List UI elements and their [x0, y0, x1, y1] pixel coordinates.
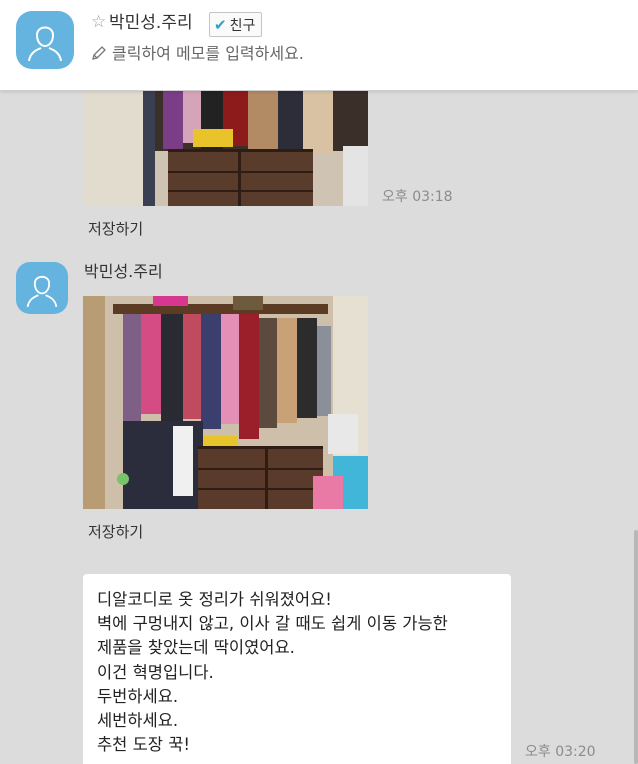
person-silhouette-icon: [28, 26, 62, 62]
person-silhouette-icon: [26, 275, 58, 307]
shared-photo-closet-1[interactable]: [83, 91, 368, 206]
closet-photo-image: [83, 296, 368, 509]
contact-name: 박민성.주리: [109, 13, 193, 33]
message-time: 오후 03:20: [525, 744, 596, 760]
message-line: 벽에 구멍내지 않고, 이사 갈 때도 쉽게 이동 가능한: [97, 614, 448, 634]
message-line: 두번하세요.: [97, 686, 179, 706]
profile-avatar[interactable]: [16, 11, 74, 69]
shared-photo-closet-2[interactable]: [83, 296, 368, 509]
message-line: 추천 도장 꾹!: [97, 735, 191, 755]
message-line: 이건 혁명입니다.: [97, 662, 214, 682]
message-line: 디알코디로 옷 정리가 쉬워졌어요!: [97, 590, 332, 609]
save-button[interactable]: 저장하기: [88, 522, 143, 542]
memo-input[interactable]: 클릭하여 메모를 입력하세요.: [112, 43, 304, 65]
friend-badge: ✔ 친구: [209, 12, 263, 37]
friend-badge-label: 친구: [229, 17, 256, 34]
sender-avatar[interactable]: [16, 262, 68, 314]
sender-name: 박민성.주리: [84, 262, 163, 281]
save-button[interactable]: 저장하기: [88, 219, 143, 239]
message-bubble: 디알코디로 옷 정리가 쉬워졌어요! 벽에 구멍내지 않고, 이사 갈 때도 쉽…: [83, 574, 511, 764]
closet-photo-image: [83, 91, 368, 206]
message-line: 세번하세요.: [97, 711, 179, 731]
scrollbar[interactable]: [634, 530, 638, 764]
star-icon[interactable]: ☆: [91, 12, 106, 32]
chat-header: ☆ 박민성.주리 ✔ 친구 클릭하여 메모를 입력하세요.: [0, 0, 638, 91]
message-time: 오후 03:18: [382, 189, 453, 205]
message-line: 제품을 찾았는데 딱이였어요.: [97, 638, 295, 658]
pencil-icon: [92, 46, 106, 60]
check-icon: ✔: [214, 15, 227, 34]
